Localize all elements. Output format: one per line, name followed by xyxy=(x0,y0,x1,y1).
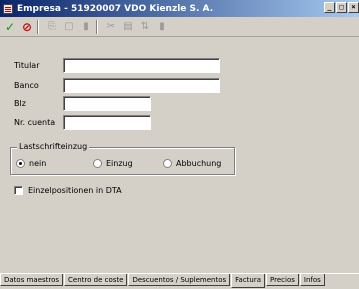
einzelpositionen-checkbox[interactable]: Einzelpositionen in DTA xyxy=(14,186,122,195)
tab-infos[interactable]: Infos xyxy=(299,274,325,286)
minimize-button[interactable]: _ xyxy=(324,2,335,13)
title-bar: Empresa - 51920007 VDO Kienzle S. A. _ □… xyxy=(0,0,359,17)
toolbar: ✓ ⊘ ⎘ ▢ ▮ ✂ ▤ ⇅ ▮ xyxy=(0,17,359,37)
maximize-button[interactable]: □ xyxy=(336,2,347,13)
cut-icon[interactable]: ✂ xyxy=(104,20,118,34)
radio-button-icon[interactable] xyxy=(163,159,172,168)
trash-icon[interactable]: ▮ xyxy=(155,20,169,34)
tab-precios[interactable]: Precios xyxy=(266,274,299,286)
paste-icon[interactable]: ▤ xyxy=(121,20,135,34)
blz-field[interactable] xyxy=(63,96,151,111)
tab-descuentos-suplementos[interactable]: Descuentos / Suplementos xyxy=(128,274,231,286)
move-icon[interactable]: ⇅ xyxy=(138,20,152,34)
radio-einzug[interactable]: Einzug xyxy=(93,159,133,168)
radio-abbuchung[interactable]: Abbuchung xyxy=(163,159,221,168)
lastschrift-groupbox: Lastschrifteinzug nein Einzug Abbuchung xyxy=(10,142,235,175)
banco-field[interactable] xyxy=(63,78,220,93)
close-button[interactable]: × xyxy=(348,2,359,13)
titular-field[interactable] xyxy=(63,58,220,73)
einzelpositionen-label: Einzelpositionen in DTA xyxy=(28,186,122,195)
radio-einzug-label: Einzug xyxy=(106,159,133,168)
radio-nein[interactable]: nein xyxy=(16,159,46,168)
tab-factura[interactable]: Factura xyxy=(231,274,266,288)
radio-nein-label: nein xyxy=(29,159,47,168)
checkbox-icon[interactable] xyxy=(14,186,23,195)
cuenta-label: Nr. cuenta xyxy=(14,118,56,127)
tab-centro-de-coste[interactable]: Centro de coste xyxy=(64,274,128,286)
tab-datos-maestros[interactable]: Datos maestros xyxy=(0,274,64,286)
tab-strip: Datos maestros Centro de coste Descuento… xyxy=(0,273,359,289)
banco-label: Banco xyxy=(14,81,39,90)
copy-icon[interactable]: ⎘ xyxy=(45,20,59,34)
delete-icon[interactable]: ▮ xyxy=(79,20,93,34)
window-title: Empresa - 51920007 VDO Kienzle S. A. xyxy=(17,3,214,14)
blz-label: Blz xyxy=(14,99,26,108)
cancel-icon[interactable]: ⊘ xyxy=(20,20,34,34)
confirm-check-icon[interactable]: ✓ xyxy=(3,20,17,34)
cuenta-field[interactable] xyxy=(63,115,151,130)
radio-button-icon[interactable] xyxy=(16,159,25,168)
lastschrift-legend: Lastschrifteinzug xyxy=(17,142,90,151)
radio-button-icon[interactable] xyxy=(93,159,102,168)
toolbar-separator xyxy=(96,19,98,34)
titular-label: Titular xyxy=(14,61,40,70)
app-icon[interactable] xyxy=(3,3,13,14)
new-document-icon[interactable]: ▢ xyxy=(62,20,76,34)
toolbar-separator xyxy=(37,19,39,34)
window-controls: _ □ × xyxy=(323,2,359,13)
radio-abbuchung-label: Abbuchung xyxy=(176,159,222,168)
